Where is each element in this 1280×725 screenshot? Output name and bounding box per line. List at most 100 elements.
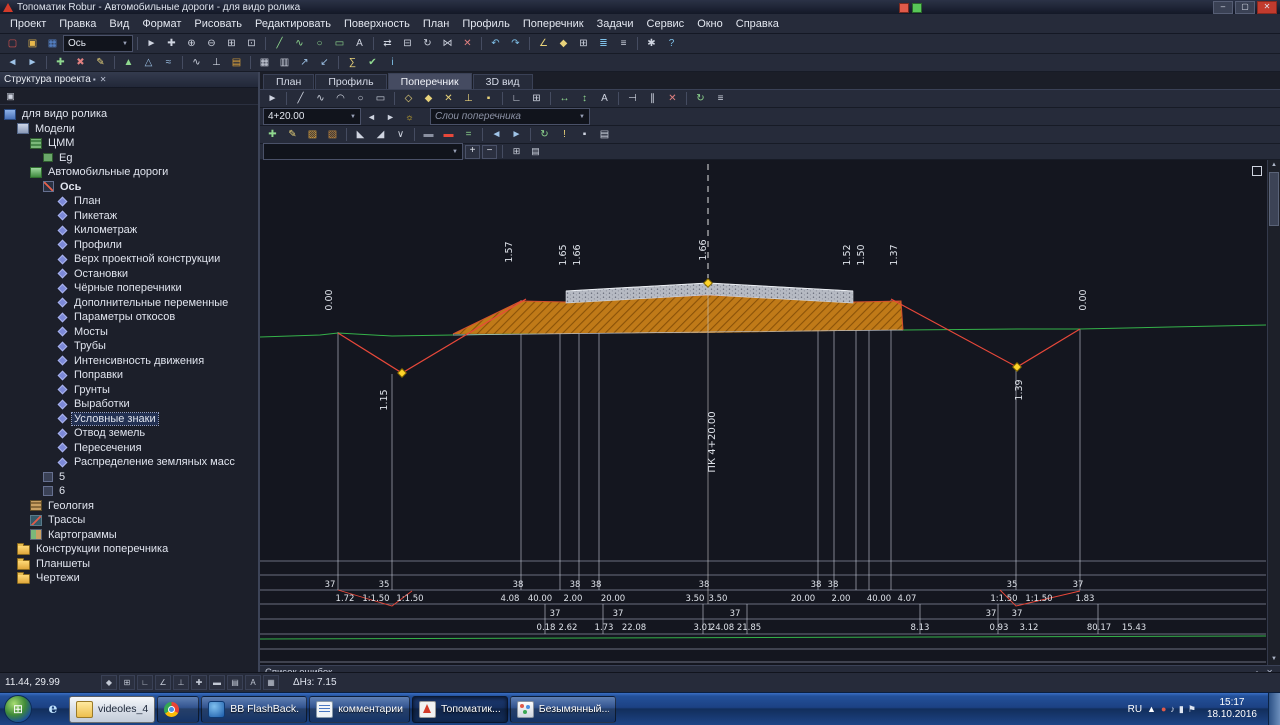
- language-indicator[interactable]: RU: [1128, 704, 1142, 715]
- fit-view-icon[interactable]: ⊞: [508, 144, 525, 159]
- zoom-window-icon[interactable]: ⊞: [222, 35, 241, 52]
- bulb-icon[interactable]: ☼: [401, 109, 418, 124]
- tab-2[interactable]: Профиль: [315, 74, 387, 89]
- surface-icon[interactable]: ▲: [119, 54, 138, 71]
- station-combo[interactable]: 4+20.00 ▼: [263, 108, 361, 125]
- dim-horizontal-icon[interactable]: ↔: [555, 90, 574, 107]
- tree-item-24[interactable]: Пересечения: [0, 441, 258, 456]
- zoom-in-button[interactable]: +: [465, 144, 480, 159]
- move-icon[interactable]: ⇄: [378, 35, 397, 52]
- pan-icon[interactable]: ✚: [162, 35, 181, 52]
- clock[interactable]: 15:17 18.10.2016: [1201, 697, 1263, 721]
- track-status-icon[interactable]: ⊥: [173, 675, 189, 690]
- tree-item-33[interactable]: Чертежи: [0, 571, 258, 586]
- zoom-out-button[interactable]: −: [482, 144, 497, 159]
- tree-item-17[interactable]: Трубы: [0, 339, 258, 354]
- polar-status-icon[interactable]: ∠: [155, 675, 171, 690]
- next-station-icon[interactable]: ►: [382, 109, 399, 124]
- prev-section-icon[interactable]: ◄: [487, 126, 506, 143]
- triangulation-icon[interactable]: △: [139, 54, 158, 71]
- maximize-button[interactable]: ▢: [1235, 0, 1255, 14]
- material-icon[interactable]: ▧: [323, 126, 342, 143]
- tree-item-13[interactable]: Чёрные поперечники: [0, 281, 258, 296]
- rect-tool-icon[interactable]: ▭: [371, 90, 390, 107]
- tree-item-11[interactable]: Верх проектной конструкции: [0, 252, 258, 267]
- menu-item-6[interactable]: Редактировать: [249, 16, 337, 32]
- tree-item-21[interactable]: Выработки: [0, 397, 258, 412]
- snap-nearest-icon[interactable]: ▪: [479, 90, 498, 107]
- volume-icon[interactable]: ♪: [1170, 704, 1175, 714]
- comments-button[interactable]: комментарии: [309, 695, 410, 723]
- add-element-icon[interactable]: ✚: [263, 126, 282, 143]
- hidden-icons-arrow[interactable]: ▲: [1147, 704, 1156, 714]
- compare-profiles-icon[interactable]: =: [459, 126, 478, 143]
- menu-item-11[interactable]: Задачи: [591, 16, 640, 32]
- line-tool-icon[interactable]: ╱: [291, 90, 310, 107]
- select-icon[interactable]: ►: [142, 35, 161, 52]
- tab-3[interactable]: Поперечник: [387, 73, 472, 89]
- menu-item-1[interactable]: Проект: [4, 16, 52, 32]
- edit-element-icon[interactable]: ✎: [283, 126, 302, 143]
- print-section-icon[interactable]: ▤: [595, 126, 614, 143]
- open-icon[interactable]: ▣: [23, 35, 42, 52]
- pin-icon[interactable]: ▪: [91, 75, 98, 84]
- page-setup-icon[interactable]: ▤: [527, 144, 544, 159]
- menu-item-5[interactable]: Рисовать: [188, 16, 248, 32]
- snap-intersection-icon[interactable]: ✕: [439, 90, 458, 107]
- trim-icon[interactable]: ⊣: [623, 90, 642, 107]
- slope-right-icon[interactable]: ◢: [371, 126, 390, 143]
- section-errors-icon[interactable]: !: [555, 126, 574, 143]
- zoom-extents-icon[interactable]: ⊡: [242, 35, 261, 52]
- canvas-vscrollbar[interactable]: ▲ ▼: [1267, 160, 1280, 665]
- report-icon[interactable]: ▥: [275, 54, 294, 71]
- new-icon[interactable]: ▢: [3, 35, 22, 52]
- measure-icon[interactable]: ∠: [534, 35, 553, 52]
- check-icon[interactable]: ✔: [363, 54, 382, 71]
- redo-icon[interactable]: ↷: [506, 35, 525, 52]
- dim-vertical-icon[interactable]: ↕: [575, 90, 594, 107]
- tree-item-3[interactable]: ЦММ: [0, 136, 258, 151]
- calc-icon[interactable]: ∑: [343, 54, 362, 71]
- paint-button[interactable]: Безымянный...: [509, 695, 616, 723]
- scroll-down-icon[interactable]: ▼: [1271, 654, 1277, 665]
- ie-quicklaunch-button[interactable]: e: [38, 696, 68, 722]
- circle-tool-icon[interactable]: ○: [351, 90, 370, 107]
- tree-item-10[interactable]: Профили: [0, 238, 258, 253]
- tree-item-27[interactable]: 6: [0, 484, 258, 499]
- tree-item-12[interactable]: Остановки: [0, 267, 258, 282]
- settings-icon[interactable]: ✱: [642, 35, 661, 52]
- drawing-canvas[interactable]: 37 35 38 38 38 38 38 38 35 37 1.72 1:1.50 1:1.50 4.08…: [260, 160, 1280, 665]
- delete-icon[interactable]: ✕: [663, 90, 682, 107]
- dyn-input-status-icon[interactable]: ✚: [191, 675, 207, 690]
- tab-4[interactable]: 3D вид: [472, 74, 533, 89]
- offset-icon[interactable]: ∥: [643, 90, 662, 107]
- tree-item-26[interactable]: 5: [0, 470, 258, 485]
- info-icon[interactable]: i: [383, 54, 402, 71]
- ditch-icon[interactable]: ∨: [391, 126, 410, 143]
- next-picket-icon[interactable]: ►: [23, 54, 42, 71]
- tree-item-5[interactable]: Автомобильные дороги: [0, 165, 258, 180]
- text-tool-icon[interactable]: A: [595, 90, 614, 107]
- menu-item-10[interactable]: Поперечник: [517, 16, 590, 32]
- polyline-tool-icon[interactable]: ∿: [311, 90, 330, 107]
- snap-midpoint-icon[interactable]: ◆: [419, 90, 438, 107]
- import-icon[interactable]: ↙: [315, 54, 334, 71]
- help-icon[interactable]: ?: [662, 35, 681, 52]
- network-icon[interactable]: ▮: [1179, 704, 1184, 715]
- export-icon[interactable]: ↗: [295, 54, 314, 71]
- black-profile-icon[interactable]: ▬: [419, 126, 438, 143]
- tree-item-20[interactable]: Грунты: [0, 383, 258, 398]
- tab-1[interactable]: План: [263, 74, 315, 89]
- draw-rect-icon[interactable]: ▭: [330, 35, 349, 52]
- ortho-status-icon[interactable]: ∟: [137, 675, 153, 690]
- tree-item-32[interactable]: Планшеты: [0, 557, 258, 572]
- slope-left-icon[interactable]: ◣: [351, 126, 370, 143]
- tree-item-19[interactable]: Поправки: [0, 368, 258, 383]
- ortho-icon[interactable]: ∟: [507, 90, 526, 107]
- scroll-up-icon[interactable]: ▲: [1271, 160, 1277, 171]
- recorder-tray-icon[interactable]: ●: [1161, 704, 1166, 714]
- tree-item-23[interactable]: Отвод земель: [0, 426, 258, 441]
- menu-item-8[interactable]: План: [417, 16, 456, 32]
- layers-icon[interactable]: ≣: [594, 35, 613, 52]
- hatch-icon[interactable]: ▨: [303, 126, 322, 143]
